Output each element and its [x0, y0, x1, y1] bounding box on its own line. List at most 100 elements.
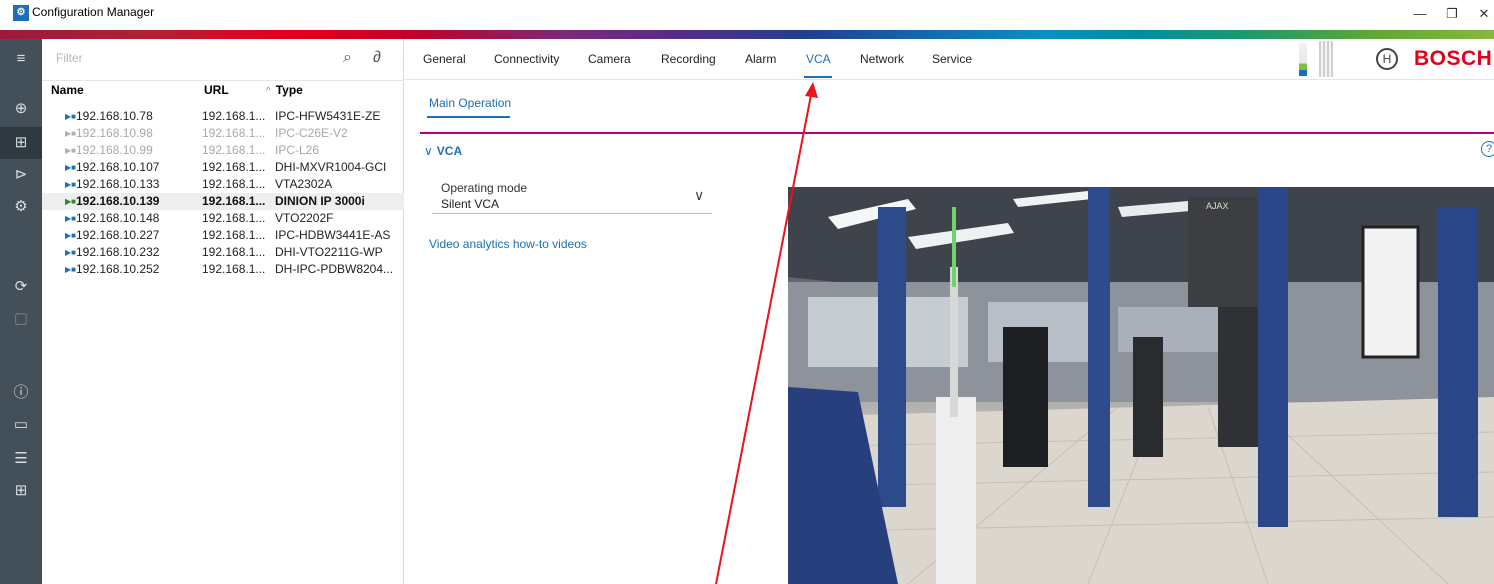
camera-live-view[interactable]: AJAX: [788, 187, 1494, 584]
device-url: 192.168.1...: [202, 228, 266, 242]
device-icon: ▶■: [65, 180, 76, 189]
device-type: IPC-L26: [275, 143, 320, 157]
sort-ascending-icon: ^: [266, 86, 271, 97]
device-url: 192.168.1...: [202, 211, 266, 225]
device-icon: ▶■: [65, 112, 76, 121]
device-url: 192.168.1...: [202, 262, 266, 276]
main-tab-bar: General Connectivity Camera Recording Al…: [404, 39, 1494, 80]
device-list: ▶■ 192.168.10.78 192.168.1... IPC-HFW5431E-…: [42, 108, 404, 278]
filter-input[interactable]: [56, 51, 336, 65]
globe-icon[interactable]: ⊕: [0, 93, 42, 125]
column-header-type-label: Type: [275, 83, 303, 97]
filter-bar: ⌕ ∂: [42, 39, 404, 81]
device-type: DINION IP 3000i: [275, 194, 365, 208]
camera-overlay-label: AJAX: [1206, 201, 1229, 211]
device-type: VTA2302A: [275, 177, 333, 191]
minimize-button[interactable]: —: [1408, 6, 1432, 21]
devices-icon[interactable]: ⊞: [0, 127, 42, 159]
signal-level-meter: [1299, 43, 1307, 76]
device-type: IPC-HFW5431E-ZE: [275, 109, 381, 123]
tab-camera[interactable]: Camera: [588, 52, 631, 66]
device-url: 192.168.1...: [202, 245, 266, 259]
device-icon: ▶■: [65, 197, 76, 206]
device-row[interactable]: ▶■ 192.168.10.98 192.168.1... IPC-C26E-V2: [42, 125, 404, 142]
device-url: 192.168.1...: [202, 160, 266, 174]
device-type: DHI-VTO2211G-WP: [275, 245, 383, 259]
active-tab-indicator: [804, 76, 832, 78]
camera-scene: AJAX: [788, 187, 1494, 584]
gear-icon[interactable]: ⚙: [0, 191, 42, 223]
howto-videos-link[interactable]: Video analytics how-to videos: [429, 237, 587, 251]
grid-icon[interactable]: ⊞: [0, 475, 42, 507]
device-row[interactable]: ▶■ 192.168.10.78 192.168.1... IPC-HFW5431E-…: [42, 108, 404, 125]
tab-recording[interactable]: Recording: [661, 52, 716, 66]
vca-content: Main Operation ∨ VCA ? Operating mode Sil…: [420, 80, 1494, 584]
restore-button[interactable]: ❐: [1440, 6, 1464, 22]
tab-alarm[interactable]: Alarm: [745, 52, 776, 66]
bosch-color-strip: [0, 30, 1494, 39]
subtab-indicator: [427, 116, 510, 118]
operating-mode-label: Operating mode: [441, 181, 528, 195]
device-url: 192.168.1...: [202, 177, 266, 191]
save-icon[interactable]: ▢: [0, 303, 42, 335]
storage-icon[interactable]: ☰: [0, 443, 42, 475]
device-type: VTO2202F: [275, 211, 334, 225]
device-row[interactable]: ▶■ 192.168.10.133 192.168.1... VTA2302A: [42, 176, 404, 193]
device-type: DHI-MXVR1004-GCI: [275, 160, 387, 174]
menu-icon[interactable]: ≡: [0, 43, 42, 75]
column-header-url[interactable]: URL: [204, 83, 229, 97]
device-icon: ▶■: [65, 146, 76, 155]
device-icon: ▶■: [65, 231, 76, 240]
device-type: DH-IPC-PDBW8204...: [275, 262, 394, 276]
operating-mode-value: Silent VCA: [441, 197, 500, 211]
device-url: 192.168.1...: [202, 143, 266, 157]
operating-mode-select[interactable]: Operating mode Silent VCA ∨: [432, 180, 712, 214]
title-bar: ⚙ Configuration Manager — ❐ ✕: [0, 0, 1494, 30]
device-icon: ▶■: [65, 129, 76, 138]
section-divider: [420, 132, 1494, 134]
device-icon: ▶■: [65, 265, 76, 274]
device-type: IPC-C26E-V2: [275, 126, 348, 140]
vca-section-title: VCA: [436, 144, 463, 158]
tab-general[interactable]: General: [423, 52, 466, 66]
device-url: 192.168.1...: [202, 109, 266, 123]
camera-icon[interactable]: ⊳: [0, 159, 42, 191]
column-header-type[interactable]: ^ Type: [266, 83, 303, 97]
device-url: 192.168.1...: [202, 194, 266, 208]
chevron-down-icon: ∨: [424, 144, 433, 158]
device-icon: ▶■: [65, 248, 76, 257]
device-row[interactable]: ▶■ 192.168.10.252 192.168.1... DH-IPC-PDBW8…: [42, 261, 404, 278]
app-logo-icon: ⚙: [13, 5, 29, 21]
paperclip-icon[interactable]: ∂: [373, 49, 381, 67]
device-row[interactable]: ▶■ 192.168.10.99 192.168.1... IPC-L26: [42, 142, 404, 159]
activity-bars: [1319, 41, 1333, 77]
icon-rail: ≡ ⊕ ⊞ ⊳ ⚙ ⟳ ▢ ⓘ ▭ ☰ ⊞: [0, 39, 42, 584]
video-icon[interactable]: ▭: [0, 409, 42, 441]
tab-service[interactable]: Service: [932, 52, 972, 66]
device-icon: ▶■: [65, 214, 76, 223]
search-icon[interactable]: ⌕: [343, 49, 352, 67]
device-row[interactable]: ▶■ 192.168.10.107 192.168.1... DHI-MXVR1004…: [42, 159, 404, 176]
device-type: IPC-HDBW3441E-AS: [275, 228, 391, 242]
tab-vca[interactable]: VCA: [806, 52, 831, 66]
subtab-main-operation[interactable]: Main Operation: [429, 96, 511, 110]
device-row[interactable]: ▶■ 192.168.10.148 192.168.1... VTO2202F: [42, 210, 404, 227]
device-row-selected[interactable]: ▶■ 192.168.10.139 192.168.1... DINION IP 30…: [42, 193, 404, 210]
device-tree-panel: ⌕ ∂ Name URL ^ Type ▶■192.168.10.78192.16…: [42, 39, 404, 584]
device-row[interactable]: ▶■ 192.168.10.227 192.168.1... IPC-HDBW3441…: [42, 227, 404, 244]
info-icon[interactable]: ⓘ: [0, 377, 42, 409]
tab-network[interactable]: Network: [860, 52, 904, 66]
device-row[interactable]: ▶■ 192.168.10.232 192.168.1... DHI-VTO2211G…: [42, 244, 404, 261]
bosch-logo: BOSCH: [1414, 47, 1493, 70]
device-url: 192.168.1...: [202, 126, 266, 140]
bosch-armature-icon: H: [1376, 48, 1398, 70]
close-button[interactable]: ✕: [1472, 6, 1494, 22]
help-icon[interactable]: ?: [1481, 141, 1494, 157]
tab-connectivity[interactable]: Connectivity: [494, 52, 559, 66]
vca-section-header[interactable]: ∨ VCA: [424, 144, 462, 158]
chevron-down-icon: ∨: [694, 187, 705, 203]
refresh-icon[interactable]: ⟳: [0, 271, 42, 303]
device-icon: ▶■: [65, 163, 76, 172]
column-header-name[interactable]: Name: [51, 83, 84, 97]
window-title: Configuration Manager: [32, 5, 155, 19]
